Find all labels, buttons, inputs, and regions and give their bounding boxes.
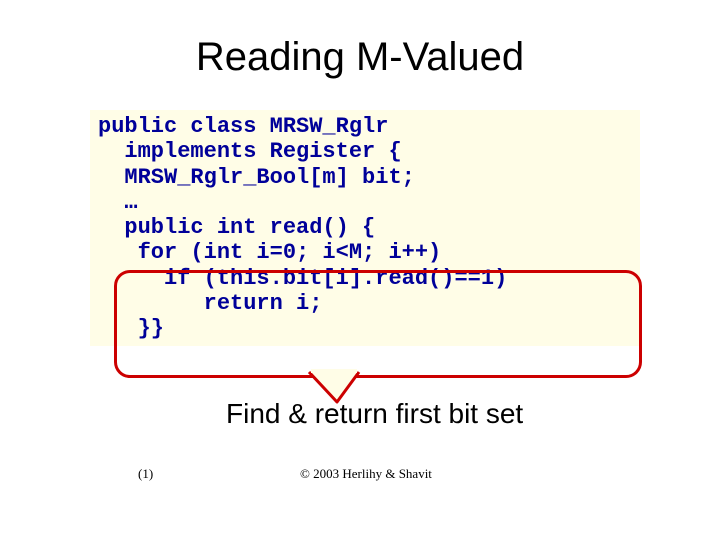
slide-number: (1) — [138, 466, 153, 482]
code-line: }} — [98, 316, 632, 341]
annotation-text: Find & return first bit set — [226, 398, 523, 430]
slide-title: Reading M-Valued — [0, 0, 720, 80]
code-line: return i; — [98, 291, 632, 316]
code-line: … — [98, 190, 632, 215]
code-line: if (this.bit[i].read()==1) — [98, 266, 632, 291]
copyright: © 2003 Herlihy & Shavit — [300, 466, 432, 482]
code-line: for (int i=0; i<M; i++) — [98, 240, 632, 265]
code-line: public int read() { — [98, 215, 632, 240]
code-line: implements Register { — [98, 139, 632, 164]
code-line: public class MRSW_Rglr — [98, 114, 632, 139]
code-line: MRSW_Rglr_Bool[m] bit; — [98, 165, 632, 190]
code-block: public class MRSW_Rglr implements Regist… — [90, 110, 640, 346]
